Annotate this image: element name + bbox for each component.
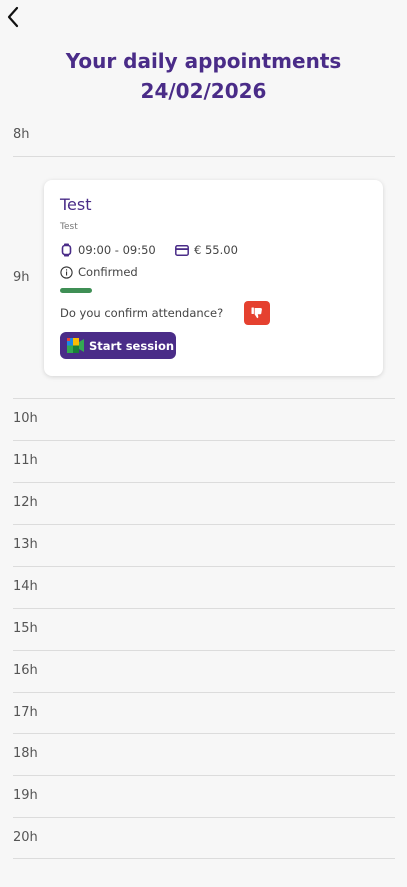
confirm-attendance-question: Do you confirm attendance?	[60, 306, 224, 320]
hour-label: 11h	[13, 453, 38, 468]
hour-divider	[13, 650, 395, 651]
hour-divider	[13, 817, 395, 818]
page-title-date: 24/02/2026	[140, 79, 267, 103]
hour-divider	[13, 775, 395, 776]
appointment-price: € 55.00	[194, 243, 238, 257]
back-arrow-icon	[7, 6, 19, 28]
hour-divider	[13, 440, 395, 441]
page-title: Your daily appointments 24/02/2026	[0, 46, 407, 106]
back-button[interactable]	[2, 4, 24, 30]
hour-divider	[13, 608, 395, 609]
appointment-time-row: 09:00 - 09:50	[60, 243, 156, 257]
hour-label: 8h	[13, 127, 30, 142]
hour-label: 16h	[13, 663, 38, 678]
hour-label: 10h	[13, 411, 38, 426]
hour-divider	[13, 566, 395, 567]
hour-divider	[13, 156, 395, 157]
appointment-status: Confirmed	[78, 265, 138, 279]
page-title-line1: Your daily appointments	[65, 49, 342, 73]
hour-label: 19h	[13, 788, 38, 803]
decline-attendance-button[interactable]	[244, 301, 270, 325]
hour-divider	[13, 398, 395, 399]
hour-divider	[13, 733, 395, 734]
info-icon	[60, 265, 73, 279]
google-meet-icon	[67, 338, 84, 353]
hour-label: 9h	[13, 270, 30, 285]
watch-icon	[61, 243, 72, 257]
hour-divider	[13, 524, 395, 525]
appointment-time: 09:00 - 09:50	[78, 243, 156, 257]
thumbs-down-icon	[251, 307, 262, 319]
hour-divider	[13, 692, 395, 693]
appointment-title: Test	[60, 195, 92, 214]
appointment-subtitle: Test	[60, 222, 78, 232]
status-indicator-bar	[60, 288, 92, 293]
hour-label: 12h	[13, 495, 38, 510]
appointment-status-row: Confirmed	[60, 265, 138, 279]
card-icon	[175, 244, 189, 256]
appointment-price-row: € 55.00	[175, 243, 238, 257]
hour-label: 15h	[13, 621, 38, 636]
appointment-card[interactable]: Test Test 09:00 - 09:50 € 55.00 Confirme…	[44, 180, 383, 376]
start-session-button[interactable]: Start session	[60, 332, 176, 359]
hour-divider	[13, 858, 395, 859]
hour-label: 18h	[13, 746, 38, 761]
start-session-label: Start session	[89, 338, 175, 353]
hour-divider	[13, 482, 395, 483]
hour-label: 20h	[13, 830, 38, 845]
hour-label: 13h	[13, 537, 38, 552]
hour-label: 14h	[13, 579, 38, 594]
hour-label: 17h	[13, 705, 38, 720]
